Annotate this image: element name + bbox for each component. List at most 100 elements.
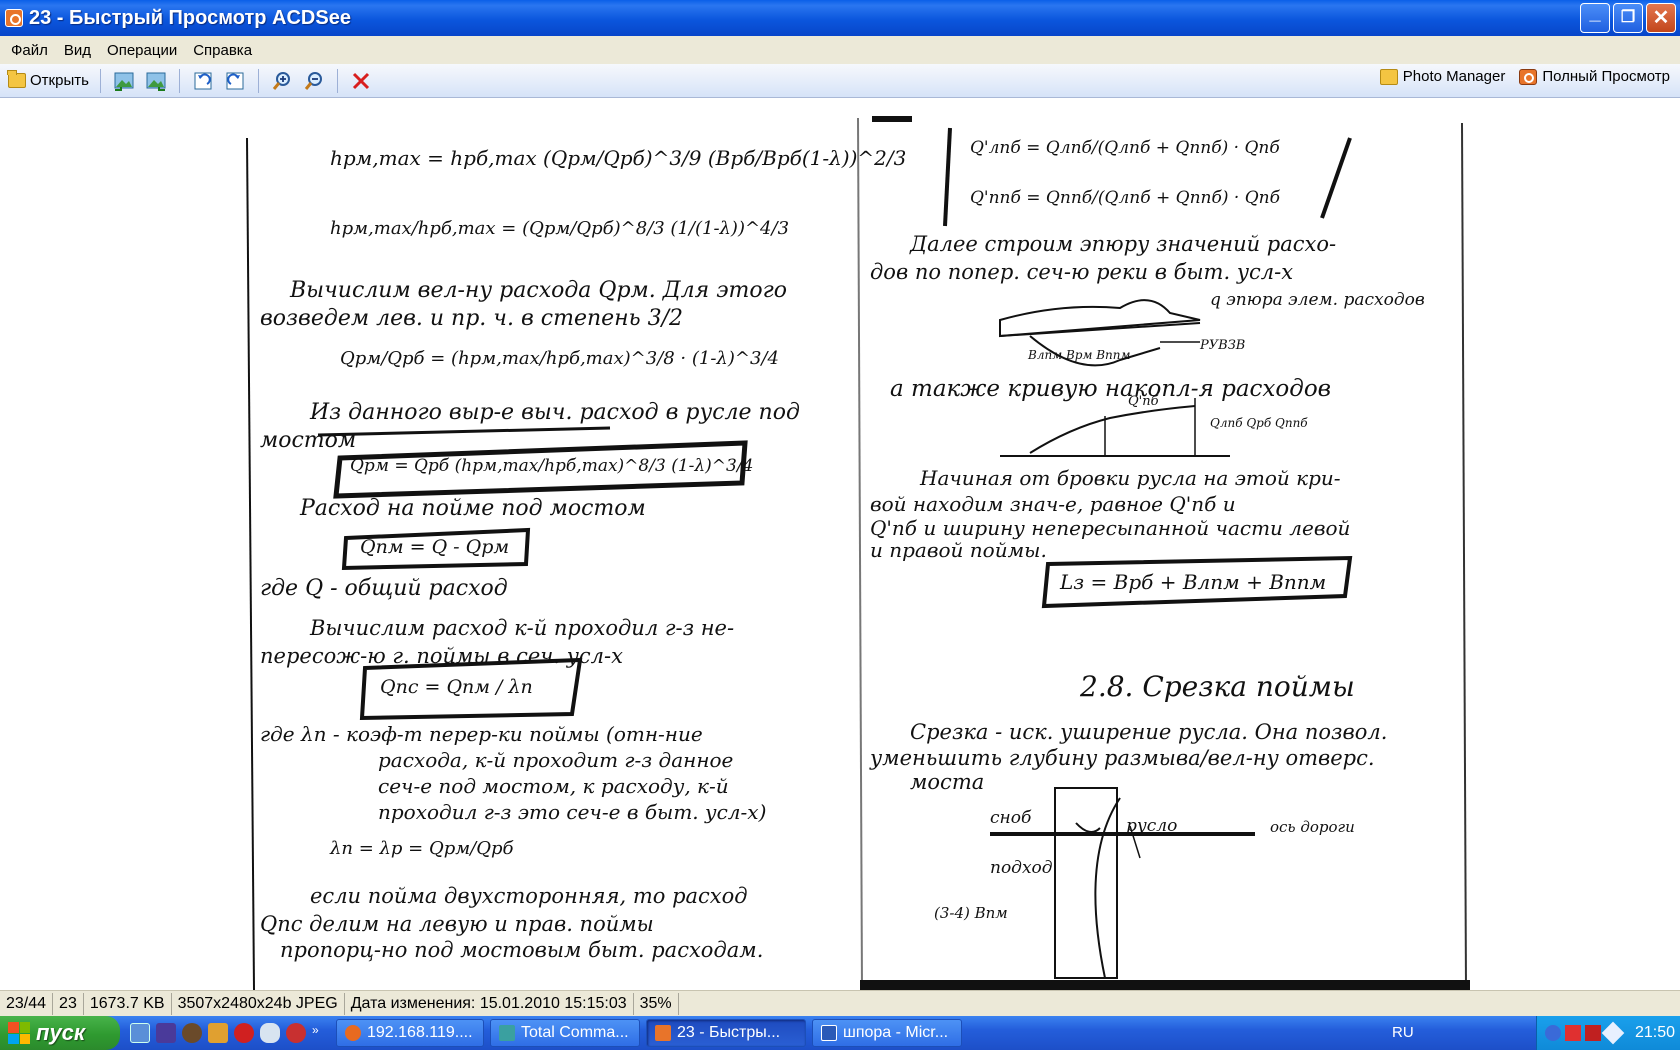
task-label: 192.168.119.... (367, 1024, 473, 1041)
open-button[interactable]: Открыть (4, 70, 93, 91)
menu-view[interactable]: Вид (56, 42, 99, 59)
note-line: сноб (990, 808, 1032, 828)
clock[interactable]: 21:50 (1635, 1024, 1675, 1042)
app-icon[interactable] (286, 1023, 306, 1043)
menu-help[interactable]: Справка (185, 42, 260, 59)
word-document-icon (821, 1025, 837, 1041)
note-line: Qрм/Qрб = (hрм,max/hрб,max)^3/8 · (1-λ)^… (340, 348, 779, 369)
tray-pen-icon[interactable] (1601, 1021, 1625, 1045)
status-file-name: 23 (53, 992, 84, 1015)
image-viewer[interactable]: hрм,max = hрб,max (Qрм/Qрб)^3/9 (Bрб/Bрб… (0, 98, 1680, 990)
note-line: пересож-ю г. поймы в сеч. усл-х (260, 644, 623, 668)
tray-network-icon[interactable] (1545, 1025, 1561, 1041)
menu-file[interactable]: Файл (3, 42, 56, 59)
note-line: моста (910, 770, 985, 794)
note-line: ось дороги (1270, 818, 1355, 836)
toolbar-separator (99, 68, 101, 93)
note-line: а также кривую накопл-я расходов (890, 376, 1332, 402)
status-zoom-level: 35% (634, 992, 679, 1015)
menu-operations[interactable]: Операции (99, 42, 185, 59)
language-indicator[interactable]: RU (1392, 1016, 1414, 1050)
acdsee-task-icon (655, 1025, 671, 1041)
tools-icon[interactable] (208, 1023, 228, 1043)
delete-icon (352, 72, 369, 89)
previous-image-icon (114, 72, 134, 91)
minimize-button[interactable]: _ (1580, 2, 1610, 33)
previous-image-button[interactable] (112, 69, 136, 93)
status-modified-date: Дата изменения: 15.01.2010 15:15:03 (345, 992, 634, 1015)
zoom-out-button[interactable] (302, 69, 326, 93)
note-line: Qпс делим на левую и прав. поймы (260, 912, 654, 936)
note-line: Далее строим эпюру значений расхо- (910, 232, 1337, 256)
tray-antivirus-icon[interactable] (1565, 1025, 1581, 1041)
rotate-right-icon (226, 72, 244, 89)
tray-security-icon[interactable] (1585, 1025, 1601, 1041)
cloud-icon[interactable] (260, 1023, 280, 1043)
task-label: 23 - Быстры... (677, 1024, 781, 1041)
task-browser[interactable]: 192.168.119.... (336, 1019, 484, 1047)
acdsee-app-icon[interactable] (5, 9, 23, 27)
window-controls: _ ❐ ✕ (1580, 2, 1676, 33)
media-player-icon[interactable] (182, 1023, 202, 1043)
note-line: Q'лпб = Qлпб/(Qлпб + Qппб) · Qпб (970, 138, 1280, 158)
note-line: расхода, к-й проходит г-з данное (378, 748, 734, 772)
note-line: дов по попер. сеч-ю реки в быт. усл-х (870, 260, 1294, 284)
rotate-left-icon (194, 72, 212, 89)
start-button[interactable]: пуск (0, 1016, 120, 1050)
close-icon: ✕ (1652, 7, 1670, 29)
title-bar[interactable]: 23 - Быстрый Просмотр ACDSee _ ❐ ✕ (0, 0, 1680, 36)
note-line: Срезка - иск. уширение русла. Она позвол… (910, 720, 1388, 744)
close-button[interactable]: ✕ (1646, 3, 1676, 33)
full-view-button[interactable]: Полный Просмотр (1519, 68, 1670, 85)
open-label: Открыть (30, 72, 89, 89)
note-line: вой находим знач-е, равное Q'пб и (870, 492, 1236, 516)
full-view-label: Полный Просмотр (1542, 68, 1670, 85)
photo-manager-button[interactable]: Photo Manager (1379, 68, 1506, 85)
note-line: если пойма двухсторонняя, то расход (310, 884, 748, 908)
note-line: Lз = Bрб + Bлпм + Bппм (1060, 570, 1327, 594)
toolbar-separator (257, 68, 259, 93)
task-acdsee[interactable]: 23 - Быстры... (646, 1019, 806, 1047)
note-line: Qлпб Qрб Qппб (1210, 416, 1308, 430)
note-line: Bлпм Bрм Bппм (1028, 348, 1131, 362)
note-line: где Q - общий расход (260, 576, 508, 601)
note-line: Расход на пойме под мостом (300, 496, 646, 521)
note-line: Вычислим расход к-й проходил г-з не- (310, 616, 735, 640)
restore-button[interactable]: ❐ (1613, 3, 1643, 33)
delete-button[interactable] (349, 69, 373, 93)
task-total-commander[interactable]: Total Comma... (490, 1019, 640, 1047)
note-line: λn = λр = Qрм/Qрб (330, 838, 514, 859)
windows-logo-icon (8, 1022, 30, 1044)
acdsee-window: 23 - Быстрый Просмотр ACDSee _ ❐ ✕ Файл … (0, 0, 1680, 1050)
rotate-right-button[interactable] (223, 69, 247, 93)
toolbar-separator (178, 68, 180, 93)
minimize-icon: _ (1589, 2, 1601, 24)
desktop-icon[interactable] (130, 1023, 150, 1043)
right-page-text: Q'лпб = Qлпб/(Qлпб + Qппб) · Qпб Q'ппб =… (870, 118, 1460, 978)
task-label: Total Comma... (521, 1024, 629, 1041)
note-line: Qрм = Qрб (hрм,max/hрб,max)^8/3 (1-λ)^3/… (350, 456, 754, 476)
next-image-icon (146, 72, 166, 91)
status-bar: 23/44 23 1673.7 KB 3507x2480x24b JPEG Да… (0, 990, 1680, 1016)
note-line: (3-4) Bпм (934, 904, 1008, 922)
left-page-text: hрм,max = hрб,max (Qрм/Qрб)^3/9 (Bрб/Bрб… (260, 138, 906, 978)
save-icon[interactable] (156, 1023, 176, 1043)
record-icon[interactable] (234, 1023, 254, 1043)
zoom-out-icon (304, 71, 322, 90)
zoom-in-button[interactable] (270, 69, 294, 93)
note-line: пропорц-но под мостовым быт. расходам. (280, 938, 764, 962)
task-word[interactable]: шпора - Micr... (812, 1019, 962, 1047)
total-commander-icon (499, 1025, 515, 1041)
note-line: русло (1126, 816, 1178, 836)
quick-launch-more-icon[interactable]: » (312, 1023, 322, 1043)
note-line: сеч-е под мостом, к расходу, к-й (378, 774, 729, 798)
window-title: 23 - Быстрый Просмотр ACDSee (29, 6, 351, 29)
photo-manager-label: Photo Manager (1402, 68, 1506, 85)
rotate-left-button[interactable] (191, 69, 215, 93)
next-image-button[interactable] (144, 69, 168, 93)
full-view-icon (1519, 68, 1538, 85)
toolbar-right-group: Photo Manager Полный Просмотр (1379, 68, 1670, 85)
restore-icon: ❐ (1620, 9, 1636, 26)
note-line: 2.8. Срезка поймы (1080, 670, 1355, 703)
open-folder-icon (7, 70, 26, 88)
